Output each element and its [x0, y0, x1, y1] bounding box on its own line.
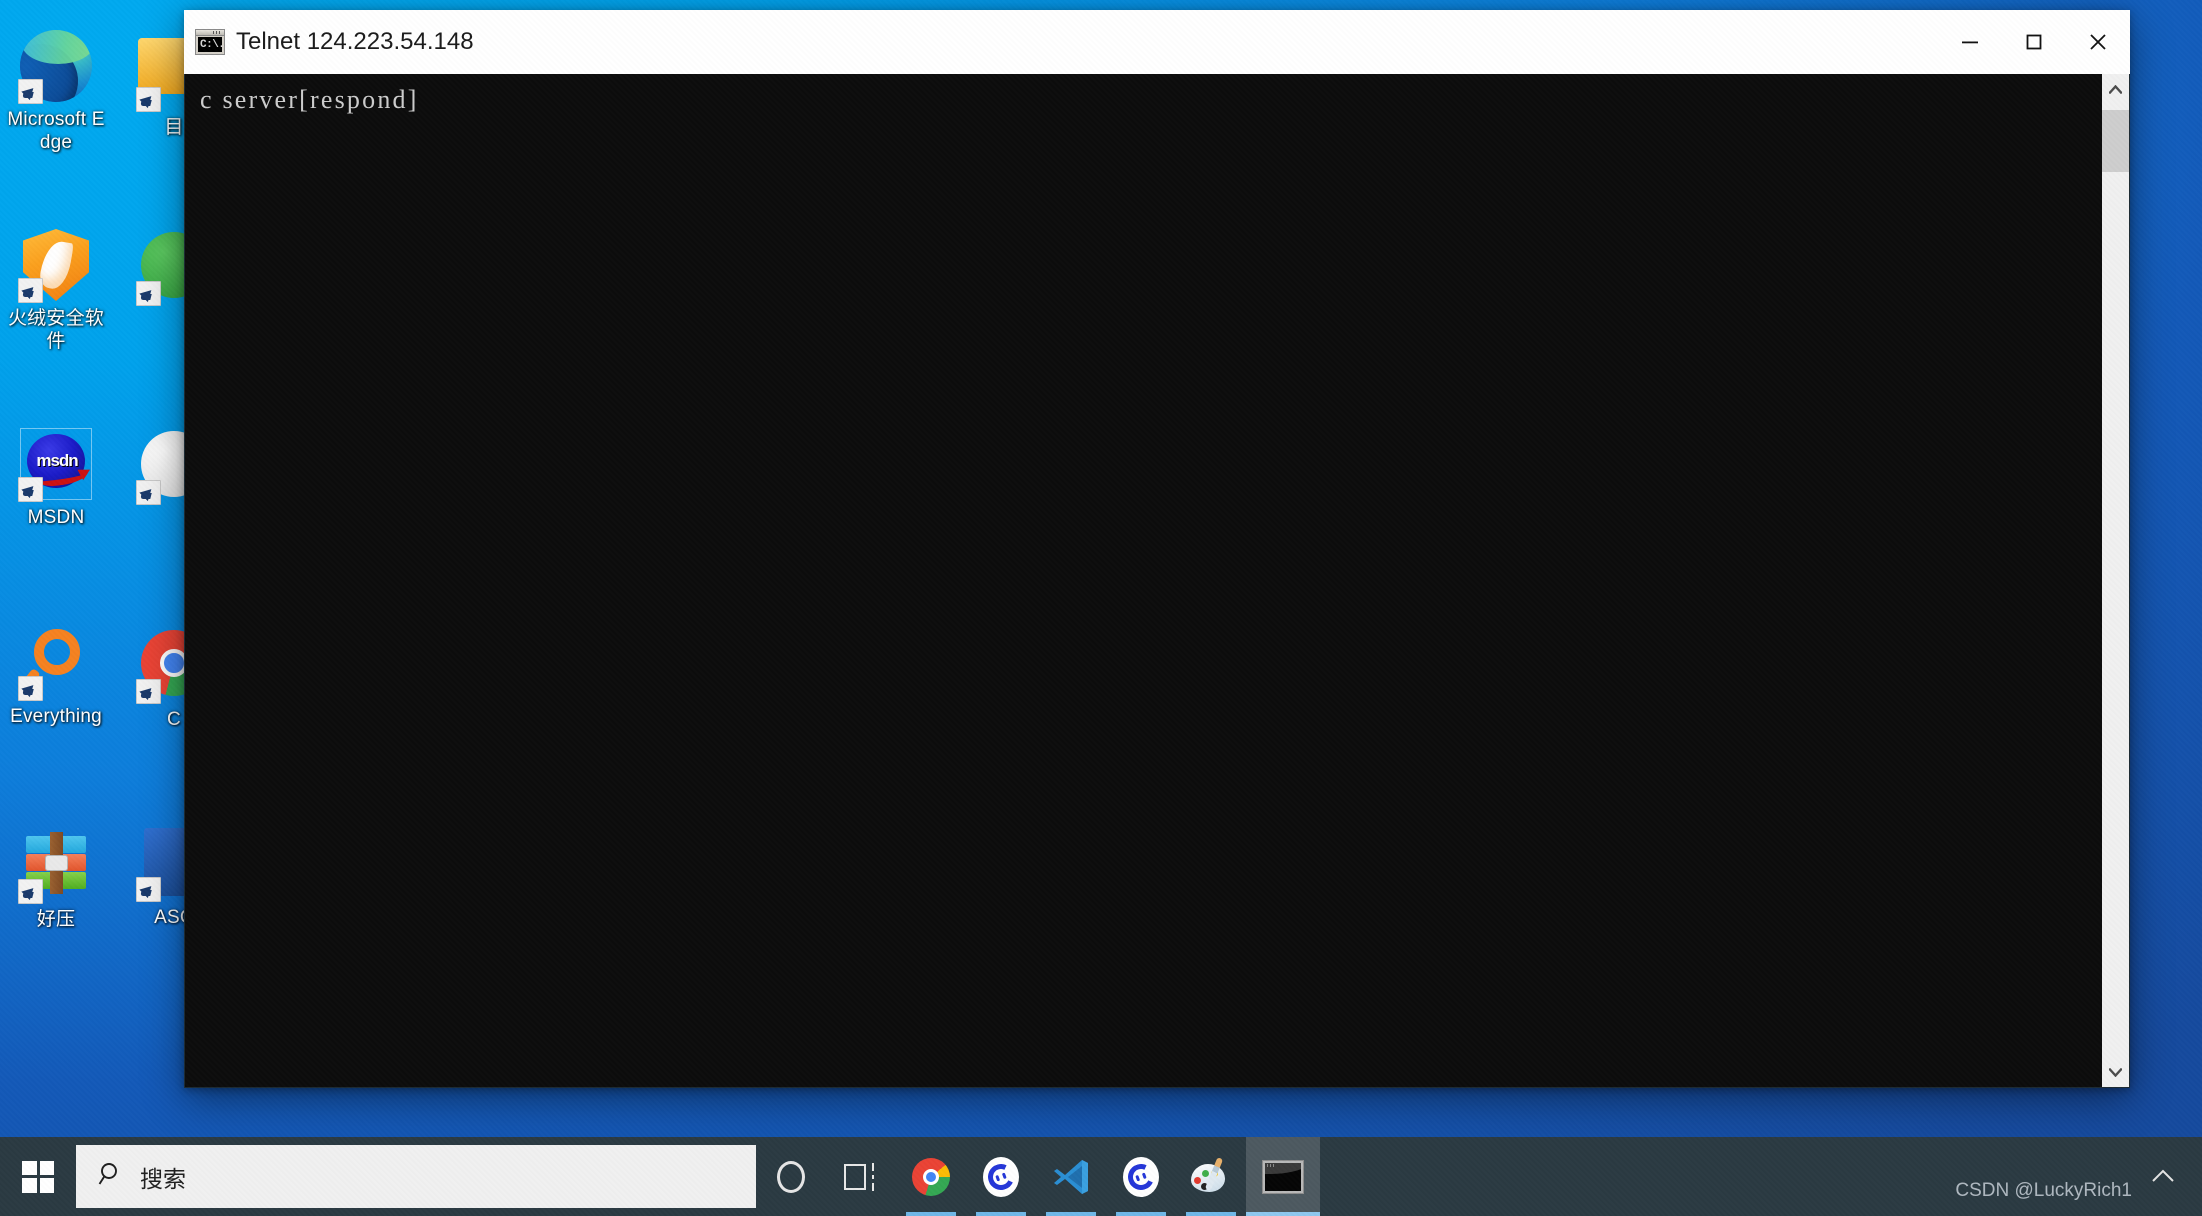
search-placeholder-text: 搜索 — [140, 1160, 186, 1194]
running-indicator — [1116, 1212, 1166, 1216]
shortcut-overlay-icon — [18, 676, 43, 701]
shortcut-overlay-icon — [18, 278, 43, 303]
devcpp-face-icon — [1123, 1157, 1159, 1197]
window-title: Telnet 124.223.54.148 — [236, 28, 1938, 56]
watermark-text: CSDN @LuckyRich1 — [1955, 1180, 2132, 1202]
vscode-taskbar-item[interactable] — [1036, 1137, 1106, 1216]
desktop-icon-msdn[interactable]: msdn MSDN — [4, 424, 108, 596]
active-indicator — [1246, 1212, 1320, 1216]
cmd-console-icon: C:\. — [195, 29, 225, 55]
desktop-icon-label: Microsoft Edge — [4, 108, 108, 154]
shortcut-overlay-icon — [18, 477, 43, 502]
start-button[interactable] — [0, 1137, 76, 1216]
taskbar[interactable]: 搜索 — [0, 1137, 2202, 1216]
minimize-icon — [1959, 31, 1981, 53]
devcpp-taskbar-item[interactable] — [966, 1137, 1036, 1216]
desktop-icon-label: 好压 — [4, 908, 108, 931]
shortcut-overlay-icon — [136, 877, 161, 902]
desktop-icon-microsoft-edge[interactable]: Microsoft Edge — [4, 26, 108, 198]
telnet-window[interactable]: C:\. Telnet 124.223.54.148 c server[resp — [184, 10, 2130, 1088]
cmd-taskbar-item[interactable] — [1246, 1137, 1320, 1216]
desktop-icon-everything[interactable]: Everything — [4, 623, 108, 795]
desktop-icon-huorong[interactable]: 火绒安全软件 — [4, 225, 108, 397]
windows-logo-icon — [22, 1161, 54, 1193]
scrollbar-track[interactable] — [2102, 104, 2129, 1057]
msdn-icon: msdn — [20, 428, 92, 500]
console-area[interactable]: c server[respond] — [184, 74, 2130, 1088]
cortana-button[interactable] — [756, 1137, 826, 1216]
everything-magnifier-icon — [20, 627, 92, 699]
running-indicator — [1186, 1212, 1236, 1216]
scroll-down-arrow-icon[interactable] — [2102, 1057, 2129, 1087]
paint-taskbar-item[interactable] — [1176, 1137, 1246, 1216]
vscode-icon — [1051, 1157, 1091, 1197]
close-icon — [2087, 31, 2109, 53]
search-input[interactable]: 搜索 — [76, 1145, 756, 1208]
shortcut-overlay-icon — [18, 79, 43, 104]
console-output-text: c server[respond] — [185, 74, 2102, 1087]
maximize-icon — [2023, 31, 2045, 53]
edge-icon — [20, 30, 92, 102]
devcpp-face-icon — [983, 1157, 1019, 1197]
devcpp2-taskbar-item[interactable] — [1106, 1137, 1176, 1216]
cmd-console-icon — [1262, 1160, 1304, 1194]
window-titlebar[interactable]: C:\. Telnet 124.223.54.148 — [184, 10, 2130, 74]
minimize-button[interactable] — [1938, 10, 2002, 74]
console-scrollbar[interactable] — [2102, 74, 2129, 1087]
scroll-up-arrow-icon[interactable] — [2102, 74, 2129, 104]
desktop-icon-label: Everything — [4, 705, 108, 728]
desktop-icon-haozip[interactable]: 好压 — [4, 822, 108, 994]
desktop-icon-label: 火绒安全软件 — [4, 307, 108, 353]
chevron-up-icon[interactable] — [2138, 1164, 2188, 1190]
running-indicator — [906, 1212, 956, 1216]
shortcut-overlay-icon — [136, 480, 161, 505]
scrollbar-thumb[interactable] — [2102, 110, 2129, 172]
task-view-icon — [844, 1162, 878, 1192]
shortcut-overlay-icon — [18, 879, 43, 904]
huorong-shield-icon — [20, 229, 92, 301]
paint-palette-icon — [1191, 1158, 1231, 1196]
system-tray[interactable] — [2138, 1137, 2202, 1216]
desktop[interactable]: Microsoft Edge 火绒安全软件 msdn MSDN — [0, 0, 2202, 1216]
maximize-button[interactable] — [2002, 10, 2066, 74]
chrome-taskbar-item[interactable] — [896, 1137, 966, 1216]
cmd-icon-text: C:\. — [198, 37, 222, 52]
running-indicator — [1046, 1212, 1096, 1216]
cortana-circle-icon — [777, 1161, 805, 1193]
search-icon — [98, 1161, 124, 1192]
chrome-icon — [912, 1158, 950, 1196]
close-button[interactable] — [2066, 10, 2130, 74]
haozip-archive-icon — [20, 830, 92, 902]
shortcut-overlay-icon — [136, 281, 161, 306]
task-view-button[interactable] — [826, 1137, 896, 1216]
running-indicator — [976, 1212, 1026, 1216]
shortcut-overlay-icon — [136, 679, 161, 704]
desktop-icon-column-1: Microsoft Edge 火绒安全软件 msdn MSDN — [4, 26, 108, 1021]
shortcut-overlay-icon — [136, 87, 161, 112]
desktop-icon-label: MSDN — [4, 506, 108, 529]
